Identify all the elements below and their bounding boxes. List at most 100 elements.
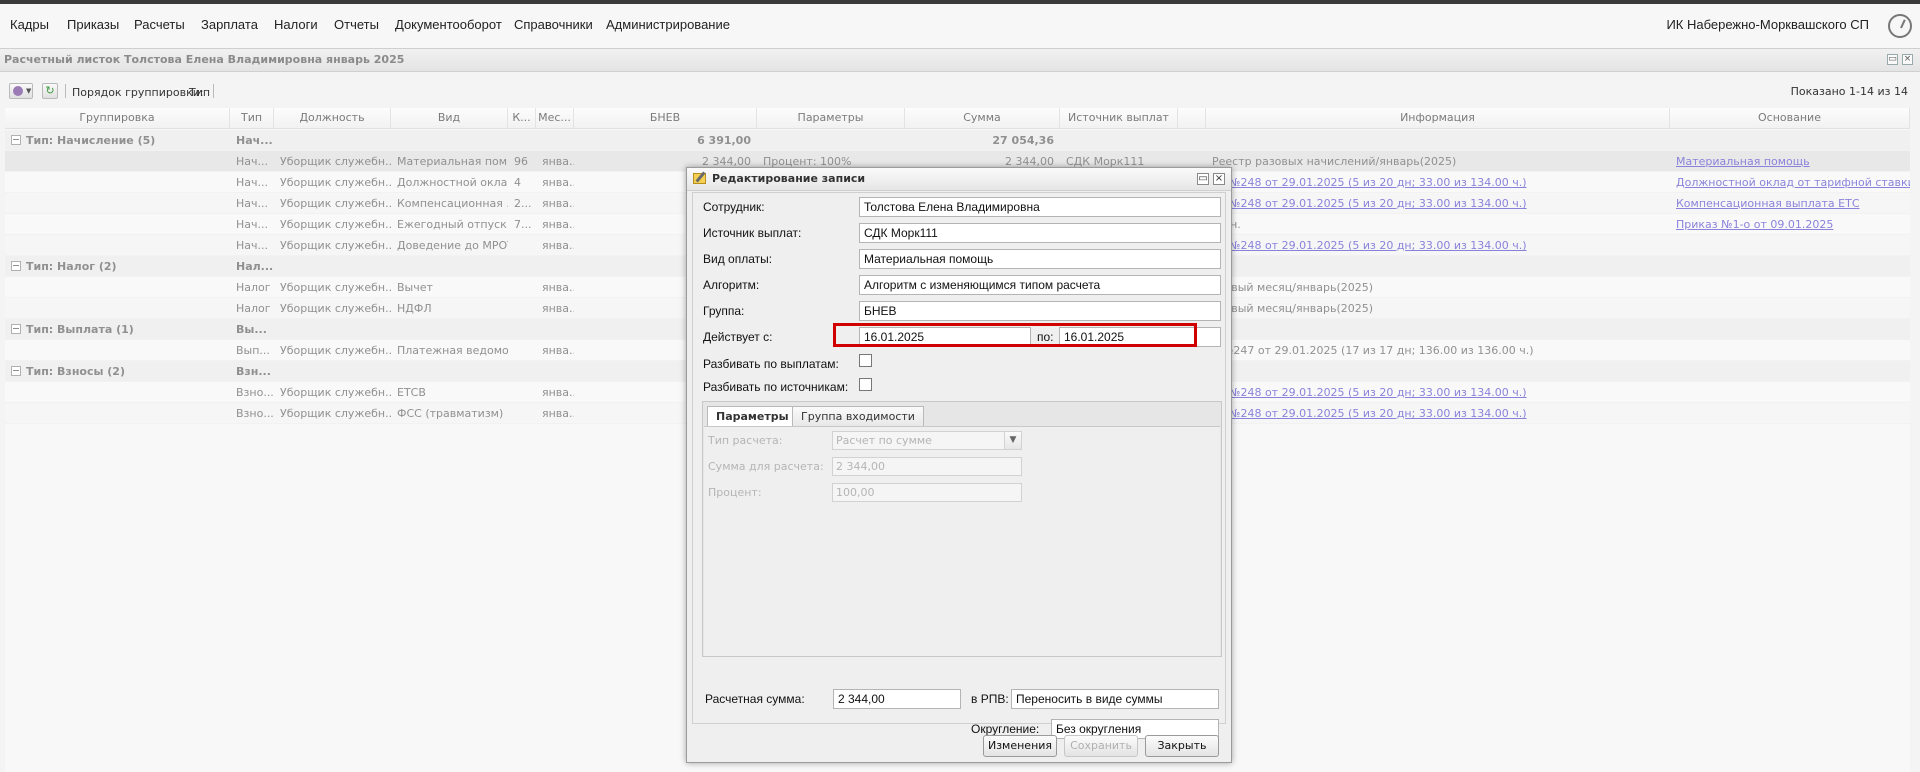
employee-field[interactable]: Толстова Елена Владимировна xyxy=(859,197,1221,217)
cell-type: Нач... xyxy=(236,239,269,252)
payment-source-field[interactable]: СДК Морк111 xyxy=(859,223,1221,243)
rpv-field[interactable]: Переносить в виде суммы xyxy=(1011,689,1219,709)
cell-information: ь №247 от 29.01.2025 (17 из 17 дн; 136.0… xyxy=(1212,344,1534,357)
grid-header: Группировка Тип Должность Вид К... Мес..… xyxy=(5,108,1910,129)
calc-sum-field[interactable]: 2 344,00 xyxy=(832,457,1022,476)
cell-information-link[interactable]: ль №248 от 29.01.2025 (5 из 20 дн; 33.00… xyxy=(1206,403,1670,424)
collapse-icon[interactable] xyxy=(11,261,21,271)
column-header-grouping[interactable]: Группировка xyxy=(5,108,230,128)
collapse-icon[interactable] xyxy=(11,366,21,376)
column-header-sum[interactable]: Сумма xyxy=(905,108,1060,128)
calc-type-value: Расчет по сумме xyxy=(836,434,932,447)
column-header-position[interactable]: Должность xyxy=(274,108,391,128)
cell-information: оговый месяц/январь(2025) xyxy=(1212,302,1374,315)
group-bnev-total: 6 391,00 xyxy=(697,134,751,147)
group-row-accrual[interactable]: Тип: Начисление (5) Нач... 6 391,00 27 0… xyxy=(5,130,1910,151)
organization-name[interactable]: ИК Набережно-Морквашского СП xyxy=(1666,17,1869,32)
cell-information-link[interactable]: ль №248 от 29.01.2025 (5 из 20 дн; 33.00… xyxy=(1206,382,1670,403)
tabs-container: Параметры Группа входимости Тип расчета:… xyxy=(702,401,1222,657)
chevron-down-icon[interactable]: ▼ xyxy=(1004,432,1021,449)
cell-month: янва... xyxy=(542,155,574,168)
cell-basis-link[interactable]: Приказ №1-о от 09.01.2025 xyxy=(1670,214,1910,235)
split-by-payments-checkbox[interactable] xyxy=(859,354,872,367)
column-header-basis[interactable]: Основание xyxy=(1670,108,1910,128)
cell-basis-link[interactable]: Компенсационная выплата ЕТС xyxy=(1670,193,1910,214)
collapse-icon[interactable] xyxy=(11,135,21,145)
group-label: Тип: Начисление (5) xyxy=(26,134,156,147)
menu-item-calculations[interactable]: Расчеты xyxy=(134,17,185,32)
menu-item-staff[interactable]: Кадры xyxy=(10,17,49,32)
calc-type-label: Тип расчета: xyxy=(708,434,783,447)
cell-month: янва... xyxy=(542,344,574,357)
cell-basis-link[interactable]: Должностной оклад от тарифной ставки xyxy=(1670,172,1910,193)
cell-information-link[interactable]: ль №248 от 29.01.2025 (5 из 20 дн; 33.00… xyxy=(1206,235,1670,256)
column-header-source[interactable]: Источник выплат xyxy=(1060,108,1178,128)
menu-item-documents[interactable]: Документооборот xyxy=(395,17,502,32)
cell-kind: Доведение до МРОТ xyxy=(397,239,508,252)
toolbar-separator xyxy=(65,84,66,98)
cell-basis-link[interactable]: Материальная помощь xyxy=(1670,151,1910,172)
changes-button[interactable]: Изменения xyxy=(983,735,1057,757)
menu-item-orders[interactable]: Приказы xyxy=(67,17,119,32)
group-field[interactable]: БНЕВ xyxy=(859,301,1221,321)
cell-kind: Компенсационная ... xyxy=(397,197,508,210)
chevron-down-icon: ▼ xyxy=(26,87,32,95)
group-sum-total: 27 054,36 xyxy=(992,134,1054,147)
split-by-sources-label: Разбивать по источникам: xyxy=(703,380,849,394)
cell-month: янва... xyxy=(542,197,574,210)
column-header-month[interactable]: Мес... xyxy=(536,108,574,128)
tab-membership-group[interactable]: Группа входимости xyxy=(792,406,924,426)
valid-to-label: по: xyxy=(1037,330,1054,344)
cell-month: янва... xyxy=(542,386,574,399)
calc-type-select[interactable]: Расчет по сумме ▼ xyxy=(832,431,1022,450)
clock-icon[interactable] xyxy=(1888,14,1912,38)
cell-position: Уборщик служебн... xyxy=(280,302,391,315)
menu-item-salary[interactable]: Зарплата xyxy=(201,17,258,32)
cell-kind: ФСС (травматизм) xyxy=(397,407,504,420)
close-icon[interactable]: × xyxy=(1902,54,1913,65)
cell-type: Нач... xyxy=(236,197,269,210)
close-button[interactable]: Закрыть xyxy=(1145,735,1219,757)
column-header-kind[interactable]: Вид xyxy=(391,108,508,128)
menu-item-administration[interactable]: Администрирование xyxy=(606,17,730,32)
grouping-order-value[interactable]: Тип xyxy=(189,86,210,99)
column-header-type[interactable]: Тип xyxy=(230,108,274,128)
calc-sum-label: Сумма для расчета: xyxy=(708,460,824,473)
refresh-icon: ↻ xyxy=(45,84,55,97)
collapse-icon[interactable] xyxy=(11,324,21,334)
dialog-header[interactable]: Редактирование записи ▭ × xyxy=(687,168,1231,191)
toolbar-separator xyxy=(213,84,214,98)
pay-type-field[interactable]: Материальная помощь xyxy=(859,249,1221,269)
cell-information-link[interactable]: ль №248 от 29.01.2025 (5 из 20 дн; 33.00… xyxy=(1206,193,1670,214)
cell-month: янва... xyxy=(542,281,574,294)
save-button[interactable]: Сохранить xyxy=(1064,735,1138,757)
split-by-sources-checkbox[interactable] xyxy=(859,378,872,391)
column-header-information[interactable]: Информация xyxy=(1206,108,1670,128)
group-label: Тип: Выплата (1) xyxy=(26,323,134,336)
menu-item-reports[interactable]: Отчеты xyxy=(334,17,379,32)
settings-menu-button[interactable]: ▼ xyxy=(9,83,33,99)
refresh-button[interactable]: ↻ xyxy=(42,83,58,99)
column-header-bnev[interactable]: БНЕВ xyxy=(574,108,757,128)
tab-parameters[interactable]: Параметры xyxy=(707,406,798,427)
column-header-extra[interactable] xyxy=(1178,108,1206,128)
valid-to-field[interactable]: 16.01.2025 xyxy=(1059,327,1221,347)
cell-kind: Ежегодный отпуск xyxy=(397,218,507,231)
column-header-k[interactable]: К... xyxy=(508,108,536,128)
percent-field[interactable]: 100,00 xyxy=(832,483,1022,502)
valid-from-field[interactable]: 16.01.2025 xyxy=(859,327,1031,347)
maximize-icon[interactable]: ▭ xyxy=(1197,173,1209,185)
cell-type: Нач... xyxy=(236,155,269,168)
algorithm-field[interactable]: Алгоритм с изменяющимся типом расчета xyxy=(859,275,1221,295)
cell-month: янва... xyxy=(542,239,574,252)
menu-item-taxes[interactable]: Налоги xyxy=(274,17,318,32)
cell-month: янва... xyxy=(542,176,574,189)
close-icon[interactable]: × xyxy=(1213,173,1225,185)
calculated-sum-field[interactable]: 2 344,00 xyxy=(833,689,961,709)
gear-icon xyxy=(13,86,23,96)
rounding-label: Округление: xyxy=(971,722,1040,736)
cell-information-link[interactable]: ль №248 от 29.01.2025 (5 из 20 дн; 33.00… xyxy=(1206,172,1670,193)
maximize-icon[interactable]: ▭ xyxy=(1887,54,1898,65)
column-header-parameters[interactable]: Параметры xyxy=(757,108,905,128)
menu-item-directories[interactable]: Справочники xyxy=(514,17,593,32)
